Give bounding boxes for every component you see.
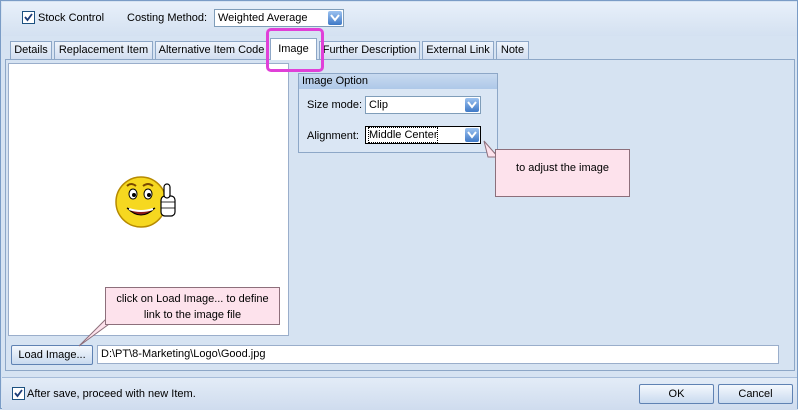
load-image-button[interactable]: Load Image... — [11, 345, 93, 365]
adjust-image-callout: to adjust the image — [495, 149, 630, 197]
image-file-path-field[interactable]: D:\PT\8-Marketing\Logo\Good.jpg — [97, 345, 779, 364]
checkmark-icon — [24, 13, 33, 22]
costing-method-value: Weighted Average — [218, 12, 308, 24]
tab-alternative-item-code[interactable]: Alternative Item Code — [155, 41, 268, 59]
chevron-down-icon — [467, 131, 477, 139]
tab-note[interactable]: Note — [496, 41, 529, 59]
alignment-label: Alignment: — [307, 130, 359, 142]
image-tab-highlight — [266, 28, 324, 72]
after-save-checkbox[interactable] — [12, 387, 25, 400]
alignment-select[interactable]: Middle Center — [365, 126, 481, 144]
alignment-value: Middle Center — [367, 127, 439, 143]
costing-method-dropdown-button[interactable] — [328, 11, 342, 25]
chevron-down-icon — [330, 14, 340, 22]
image-option-title: Image Option — [299, 74, 497, 89]
stock-control-label: Stock Control — [38, 12, 105, 24]
size-mode-dropdown-button[interactable] — [465, 98, 479, 112]
footer-bar: After save, proceed with new Item. OK Ca… — [2, 377, 797, 410]
checkmark-icon — [14, 389, 23, 398]
costing-method-label: Costing Method: — [127, 12, 208, 24]
tab-details[interactable]: Details — [10, 41, 52, 59]
costing-method-select[interactable]: Weighted Average — [214, 9, 344, 27]
cancel-button[interactable]: Cancel — [718, 384, 793, 404]
tab-external-link[interactable]: External Link — [422, 41, 494, 59]
smiley-thumbs-up-icon — [115, 176, 176, 228]
stock-control-checkbox[interactable] — [22, 11, 35, 24]
tab-further-description[interactable]: Further Description — [319, 41, 420, 59]
after-save-label: After save, proceed with new Item. — [27, 388, 196, 400]
size-mode-label: Size mode: — [307, 99, 363, 111]
tab-replacement-item[interactable]: Replacement Item — [54, 41, 153, 59]
load-image-callout: click on Load Image... to define link to… — [105, 287, 280, 325]
chevron-down-icon — [467, 101, 477, 109]
size-mode-select[interactable]: Clip — [365, 96, 481, 114]
item-maintenance-window: Stock Control Costing Method: Weighted A… — [0, 0, 798, 410]
image-option-group: Image Option Size mode: Clip Alignment: … — [298, 73, 498, 153]
top-options-bar: Stock Control Costing Method: Weighted A… — [2, 2, 797, 36]
ok-button[interactable]: OK — [639, 384, 714, 404]
size-mode-value: Clip — [369, 99, 388, 111]
